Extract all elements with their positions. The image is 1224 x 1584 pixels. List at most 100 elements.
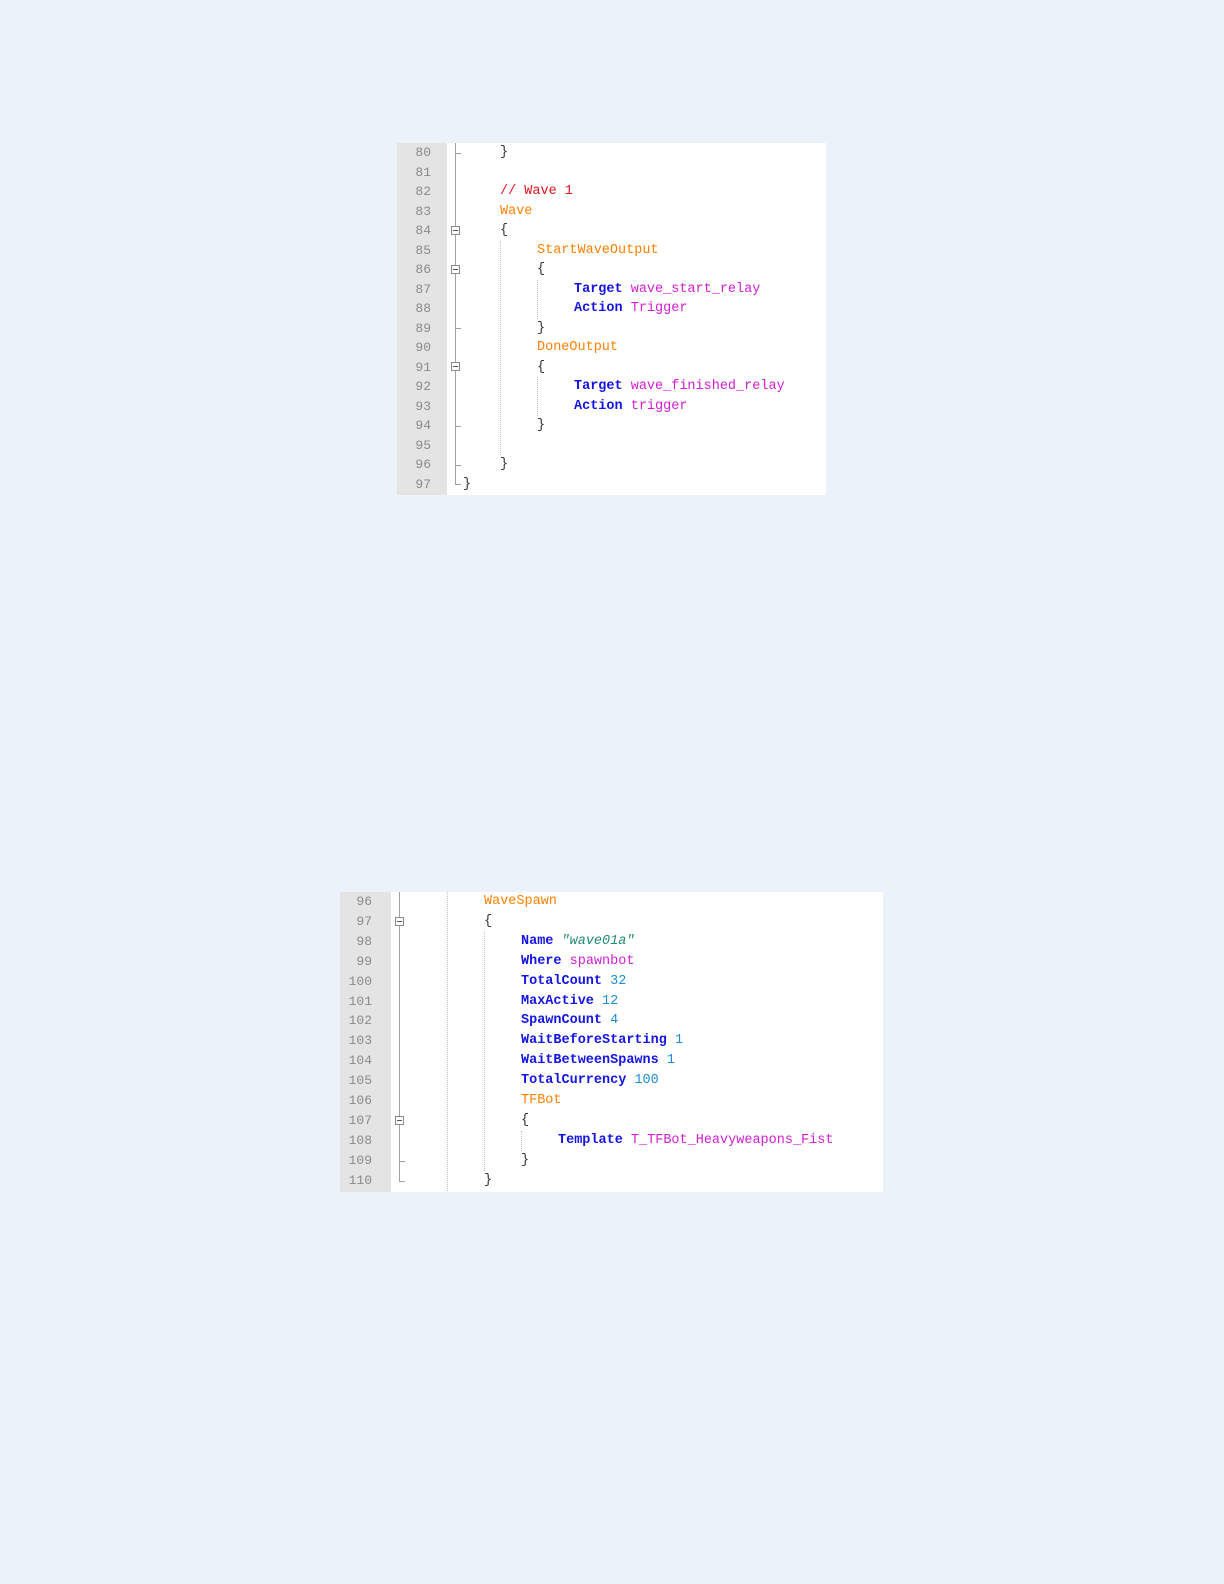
code-token: } (537, 320, 546, 336)
code-token: } (521, 1152, 530, 1168)
code-token: SpawnCount (521, 1013, 603, 1029)
code-token: DoneOutput (537, 340, 619, 355)
code-line: 101 MaxActive 12 (340, 992, 883, 1012)
code-token: T_TFBot_Heavyweapons_Fist (630, 1132, 834, 1148)
code-token: spawnbot (569, 953, 635, 969)
line-number: 91 (415, 359, 431, 375)
code-text: TotalCount 32 (521, 972, 626, 992)
fold-toggle-icon[interactable] (451, 225, 460, 235)
code-text: } (484, 1171, 492, 1191)
code-line: 85 StartWaveOutput (397, 241, 826, 261)
code-line: 87 Target wave_start_relay (397, 280, 826, 300)
code-token: Target (574, 281, 623, 297)
code-line: 84 { (397, 221, 826, 241)
line-number: 95 (415, 437, 431, 453)
code-line: 96 WaveSpawn (340, 892, 883, 912)
code-token: "wave01a" (561, 933, 635, 949)
code-line: 80} (397, 143, 826, 163)
code-line: 110} (340, 1171, 883, 1191)
code-token: } (500, 457, 509, 472)
line-number: 96 (415, 457, 431, 472)
code-text: { (521, 1111, 529, 1131)
code-snippet-wavespawn: 96 WaveSpawn 97 {98 Name "wave01a" 99 Where sp… (340, 892, 883, 1192)
code-line: 104 WaitBetweenSpawns 1 (340, 1051, 883, 1071)
line-number: 90 (415, 340, 431, 355)
line-number: 96 (356, 894, 372, 909)
code-token: 12 (602, 993, 619, 1009)
code-text: { (484, 912, 492, 932)
code-line: 99 Where spawnbot (340, 952, 883, 972)
code-token: WaitBetweenSpawns (521, 1053, 659, 1069)
code-text: { (537, 358, 545, 378)
code-text: WaveSpawn (484, 892, 557, 912)
code-line: 93 Action trigger (397, 397, 826, 417)
code-snippet-wave: 80} 81 82// Wave 1 83 Wave 84 {85 StartWaveOutp… (397, 143, 826, 495)
code-token: TotalCount (521, 973, 603, 989)
code-line: 95 (397, 436, 826, 456)
code-token: } (537, 418, 546, 433)
code-token: StartWaveOutput (537, 242, 659, 258)
fold-toggle-icon[interactable] (451, 264, 460, 274)
code-line: 89} (397, 319, 826, 339)
code-token: } (500, 145, 509, 160)
line-number: 102 (348, 1013, 372, 1029)
code-token: { (537, 262, 546, 277)
code-token: Trigger (630, 301, 688, 316)
code-token: Action (574, 301, 623, 316)
code-line: 103 WaitBeforeStarting 1 (340, 1031, 883, 1051)
code-text: Template T_TFBot_Heavyweapons_Fist (558, 1131, 833, 1151)
code-line: 94} (397, 416, 826, 436)
code-line: 88 Action Trigger (397, 299, 826, 319)
fold-end-marker (399, 1160, 405, 1162)
code-token: wave_finished_relay (630, 379, 785, 394)
line-number: 110 (348, 1172, 372, 1188)
code-line: 107 { (340, 1111, 883, 1131)
code-text: // Wave 1 (500, 182, 573, 202)
code-text: StartWaveOutput (537, 241, 659, 261)
line-number: 86 (415, 262, 431, 277)
code-token: } (463, 476, 472, 492)
code-line: 83 Wave (397, 202, 826, 222)
code-token: wave_start_relay (630, 281, 761, 297)
fold-toggle-icon[interactable] (395, 1115, 404, 1125)
line-number: 106 (348, 1093, 372, 1108)
line-number: 85 (415, 242, 431, 258)
fold-toggle-icon[interactable] (395, 916, 404, 926)
line-number: 108 (348, 1132, 372, 1148)
code-text: TFBot (521, 1091, 562, 1111)
line-number: 89 (415, 320, 431, 336)
line-number: 84 (415, 223, 431, 238)
fold-end-marker (455, 464, 461, 466)
code-text: Action Trigger (574, 299, 687, 319)
code-token: Target (574, 379, 623, 394)
line-number: 103 (348, 1033, 372, 1049)
code-text: DoneOutput (537, 338, 618, 358)
fold-toggle-icon[interactable] (451, 362, 460, 372)
code-text: Action trigger (574, 397, 687, 417)
code-line: 90 DoneOutput (397, 338, 826, 358)
line-number: 107 (348, 1112, 372, 1128)
code-line: 81 (397, 163, 826, 183)
code-token: Where (521, 953, 562, 969)
code-token: 1 (666, 1053, 675, 1069)
code-line: 82 // Wave 1 (397, 182, 826, 202)
code-text: { (500, 221, 508, 241)
line-number: 109 (348, 1152, 372, 1168)
line-number: 105 (348, 1073, 372, 1089)
code-token: Template (558, 1132, 623, 1148)
code-line: 100 TotalCount 32 (340, 972, 883, 992)
code-text: Wave (500, 202, 532, 222)
code-line: 96} (397, 455, 826, 475)
code-text: } (463, 475, 471, 495)
code-line: 108 Template T_TFBot_Heavyweapons_Fist (340, 1131, 883, 1151)
line-number: 97 (415, 476, 431, 492)
code-line: 92 Target wave_finished_relay (397, 377, 826, 397)
